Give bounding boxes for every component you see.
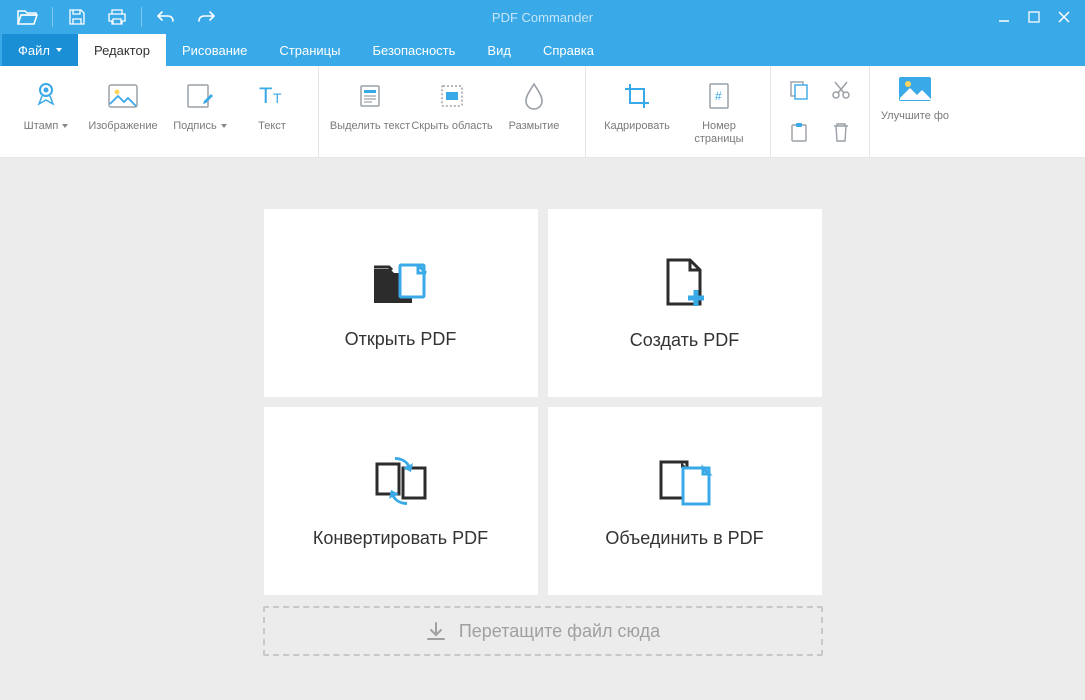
close-icon bbox=[1058, 11, 1070, 23]
chevron-down-icon bbox=[56, 48, 62, 52]
folder-open-icon bbox=[17, 8, 39, 26]
hide-area-icon bbox=[439, 83, 465, 109]
dropzone[interactable]: Перетащите файл сюда bbox=[263, 606, 823, 656]
ribbon-stamp[interactable]: Штамп bbox=[10, 72, 82, 133]
pagenumber-icon: # bbox=[707, 82, 731, 110]
menu-drawing[interactable]: Рисование bbox=[166, 34, 263, 66]
folder-document-icon bbox=[370, 257, 432, 309]
merge-icon bbox=[655, 454, 715, 508]
ribbon-copy[interactable] bbox=[779, 70, 819, 110]
card-open-pdf[interactable]: Открыть PDF bbox=[263, 208, 539, 398]
maximize-icon bbox=[1028, 11, 1040, 23]
ribbon-crop[interactable]: Кадрировать bbox=[596, 72, 678, 133]
svg-text:T: T bbox=[273, 90, 282, 106]
ribbon-paste[interactable] bbox=[779, 112, 819, 152]
photo-icon bbox=[898, 76, 932, 102]
document-plus-icon bbox=[660, 256, 710, 310]
menu-help[interactable]: Справка bbox=[527, 34, 610, 66]
ribbon-delete[interactable] bbox=[821, 112, 861, 152]
undo-button[interactable] bbox=[146, 0, 186, 34]
ribbon-enhance-photo[interactable]: Улучшите фо bbox=[870, 66, 960, 157]
menu-view[interactable]: Вид bbox=[471, 34, 527, 66]
chevron-down-icon bbox=[62, 124, 68, 128]
menu-file[interactable]: Файл bbox=[2, 34, 78, 66]
menu-file-label: Файл bbox=[18, 43, 50, 58]
maximize-button[interactable] bbox=[1019, 0, 1049, 34]
ribbon-blur[interactable]: Размытие bbox=[493, 72, 575, 133]
image-icon bbox=[108, 84, 138, 108]
dropzone-label: Перетащите файл сюда bbox=[459, 621, 660, 642]
blur-icon bbox=[523, 82, 545, 110]
minimize-button[interactable] bbox=[989, 0, 1019, 34]
menu-bar: Файл Редактор Рисование Страницы Безопас… bbox=[0, 34, 1085, 66]
minimize-icon bbox=[998, 11, 1010, 23]
print-button[interactable] bbox=[97, 0, 137, 34]
card-label: Объединить в PDF bbox=[605, 528, 763, 549]
action-cards: Открыть PDF Создать PDF Конвертировать P… bbox=[263, 208, 823, 596]
signature-icon bbox=[186, 83, 214, 109]
open-folder-button[interactable] bbox=[8, 0, 48, 34]
menu-pages[interactable]: Страницы bbox=[263, 34, 356, 66]
chevron-down-icon bbox=[221, 124, 227, 128]
svg-text:T: T bbox=[259, 83, 272, 108]
save-icon bbox=[68, 8, 86, 26]
cut-icon bbox=[830, 79, 852, 101]
text-icon: TT bbox=[257, 83, 287, 109]
save-button[interactable] bbox=[57, 0, 97, 34]
workspace: Открыть PDF Создать PDF Конвертировать P… bbox=[0, 158, 1085, 700]
undo-icon bbox=[156, 10, 176, 24]
ribbon-toolbar: Штамп Изображение Подпись TT Текст Выдел… bbox=[0, 66, 1085, 158]
print-icon bbox=[107, 8, 127, 26]
card-label: Открыть PDF bbox=[345, 329, 457, 350]
crop-icon bbox=[623, 82, 651, 110]
ribbon-cut[interactable] bbox=[821, 70, 861, 110]
download-icon bbox=[425, 620, 447, 642]
svg-text:#: # bbox=[715, 89, 722, 103]
ribbon-highlight[interactable]: Выделить текст bbox=[329, 72, 411, 133]
paste-icon bbox=[788, 121, 810, 143]
title-bar: PDF Commander bbox=[0, 0, 1085, 34]
highlight-icon bbox=[357, 83, 383, 109]
card-merge-pdf[interactable]: Объединить в PDF bbox=[547, 406, 823, 596]
ribbon-image[interactable]: Изображение bbox=[82, 72, 164, 133]
close-button[interactable] bbox=[1049, 0, 1079, 34]
card-label: Конвертировать PDF bbox=[313, 528, 488, 549]
convert-icon bbox=[371, 454, 431, 508]
copy-icon bbox=[788, 79, 810, 101]
redo-button[interactable] bbox=[186, 0, 226, 34]
ribbon-signature[interactable]: Подпись bbox=[164, 72, 236, 133]
card-create-pdf[interactable]: Создать PDF bbox=[547, 208, 823, 398]
stamp-icon bbox=[32, 82, 60, 110]
menu-security[interactable]: Безопасность bbox=[356, 34, 471, 66]
trash-icon bbox=[831, 121, 851, 143]
card-convert-pdf[interactable]: Конвертировать PDF bbox=[263, 406, 539, 596]
ribbon-text[interactable]: TT Текст bbox=[236, 72, 308, 133]
card-label: Создать PDF bbox=[630, 330, 739, 351]
ribbon-pagenumber[interactable]: # Номер страницы bbox=[678, 72, 760, 145]
redo-icon bbox=[196, 10, 216, 24]
ribbon-hide[interactable]: Скрыть область bbox=[411, 72, 493, 133]
menu-editor[interactable]: Редактор bbox=[78, 34, 166, 66]
